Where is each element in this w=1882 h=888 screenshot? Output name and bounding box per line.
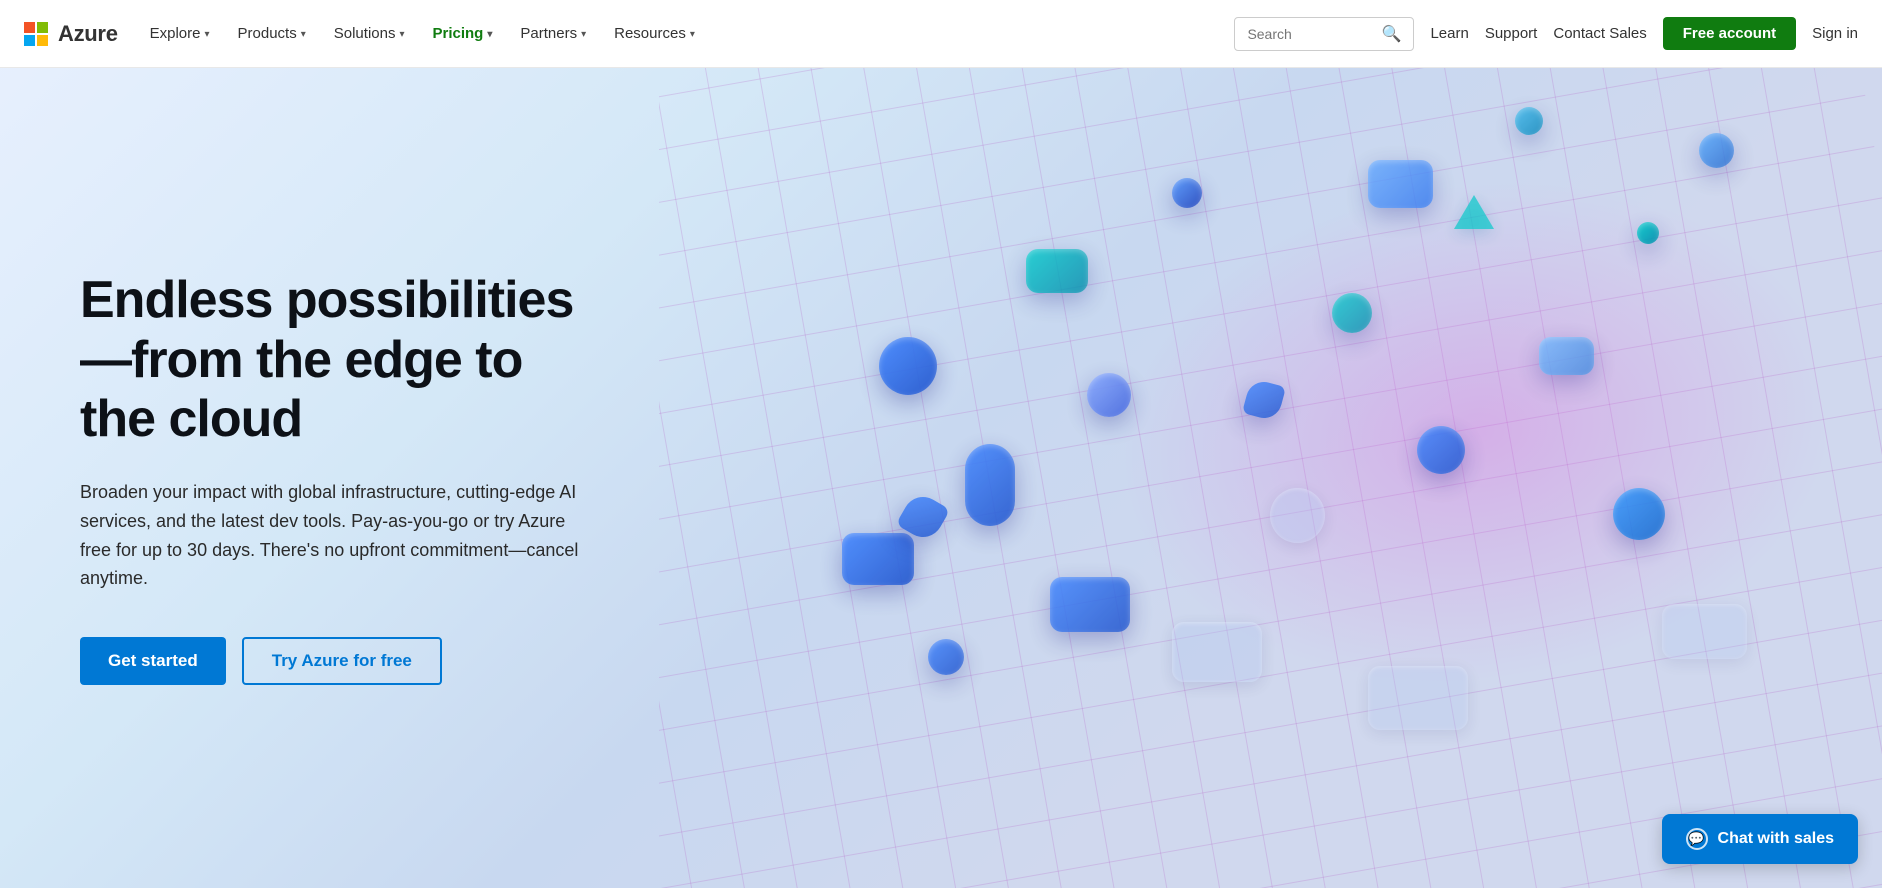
hero-buttons: Get started Try Azure for free	[80, 637, 600, 685]
shape-circle-2	[928, 639, 964, 675]
shape-circle-7	[1699, 133, 1734, 168]
search-input[interactable]	[1247, 26, 1373, 42]
nav-partners[interactable]: Partners ▾	[508, 17, 598, 50]
hero-title: Endless possibilities—from the edge to t…	[80, 271, 600, 450]
shape-glass-rect-3	[1662, 604, 1747, 659]
nav-resources[interactable]: Resources ▾	[602, 17, 707, 50]
chevron-down-icon: ▾	[581, 29, 586, 40]
shape-triangle	[1454, 195, 1494, 229]
nav-explore[interactable]: Explore ▾	[138, 17, 222, 50]
support-link[interactable]: Support	[1485, 25, 1538, 42]
chevron-down-icon: ▾	[690, 29, 695, 40]
contact-sales-link[interactable]: Contact Sales	[1553, 25, 1646, 42]
chevron-down-icon: ▾	[204, 29, 209, 40]
shape-circle-1	[879, 337, 937, 395]
chevron-down-icon: ▾	[301, 29, 306, 40]
hero-description: Broaden your impact with global infrastr…	[80, 478, 600, 593]
shape-rect-2	[1050, 577, 1130, 632]
chat-with-sales-button[interactable]: 💬 Chat with sales	[1662, 814, 1858, 864]
navbar: Azure Explore ▾ Products ▾ Solutions ▾ P…	[0, 0, 1882, 68]
chat-icon: 💬	[1686, 828, 1708, 850]
microsoft-logo	[24, 22, 48, 46]
nav-links: Explore ▾ Products ▾ Solutions ▾ Pricing…	[138, 17, 1235, 50]
shape-glass-rect	[1172, 622, 1262, 682]
brand-name: Azure	[58, 21, 118, 47]
logo-quadrant-green	[37, 22, 48, 33]
nav-pricing[interactable]: Pricing ▾	[421, 17, 505, 50]
chat-label: Chat with sales	[1718, 830, 1834, 848]
sign-in-link[interactable]: Sign in	[1812, 25, 1858, 42]
shape-circle-3	[1087, 373, 1131, 417]
nav-solutions[interactable]: Solutions ▾	[322, 17, 417, 50]
chevron-down-icon: ▾	[487, 29, 492, 40]
shape-rect-4	[1539, 337, 1594, 375]
shape-rect-3	[1368, 160, 1433, 208]
shape-circle-6	[1613, 488, 1665, 540]
nav-products[interactable]: Products ▾	[226, 17, 318, 50]
shape-pill-1	[965, 444, 1015, 526]
logo-quadrant-blue	[24, 35, 35, 46]
hero-section: Endless possibilities—from the edge to t…	[0, 0, 1882, 888]
brand-logo[interactable]: Azure	[24, 21, 118, 47]
shape-small-circle	[1172, 178, 1202, 208]
hero-content: Endless possibilities—from the edge to t…	[0, 271, 680, 686]
hero-background	[659, 0, 1882, 888]
logo-quadrant-yellow	[37, 35, 48, 46]
nav-right: 🔍 Learn Support Contact Sales Free accou…	[1234, 17, 1858, 51]
free-account-button[interactable]: Free account	[1663, 17, 1796, 50]
search-box[interactable]: 🔍	[1234, 17, 1414, 51]
shape-glass-rect-2	[1368, 666, 1468, 730]
shape-teal-rect	[1026, 249, 1088, 293]
learn-link[interactable]: Learn	[1430, 25, 1468, 42]
logo-quadrant-red	[24, 22, 35, 33]
shape-rect-1	[842, 533, 914, 585]
try-azure-button[interactable]: Try Azure for free	[242, 637, 442, 685]
shape-circle-5	[1515, 107, 1543, 135]
get-started-button[interactable]: Get started	[80, 637, 226, 685]
search-icon: 🔍	[1382, 24, 1402, 44]
shape-teal-circle	[1332, 293, 1372, 333]
chevron-down-icon: ▾	[399, 29, 404, 40]
